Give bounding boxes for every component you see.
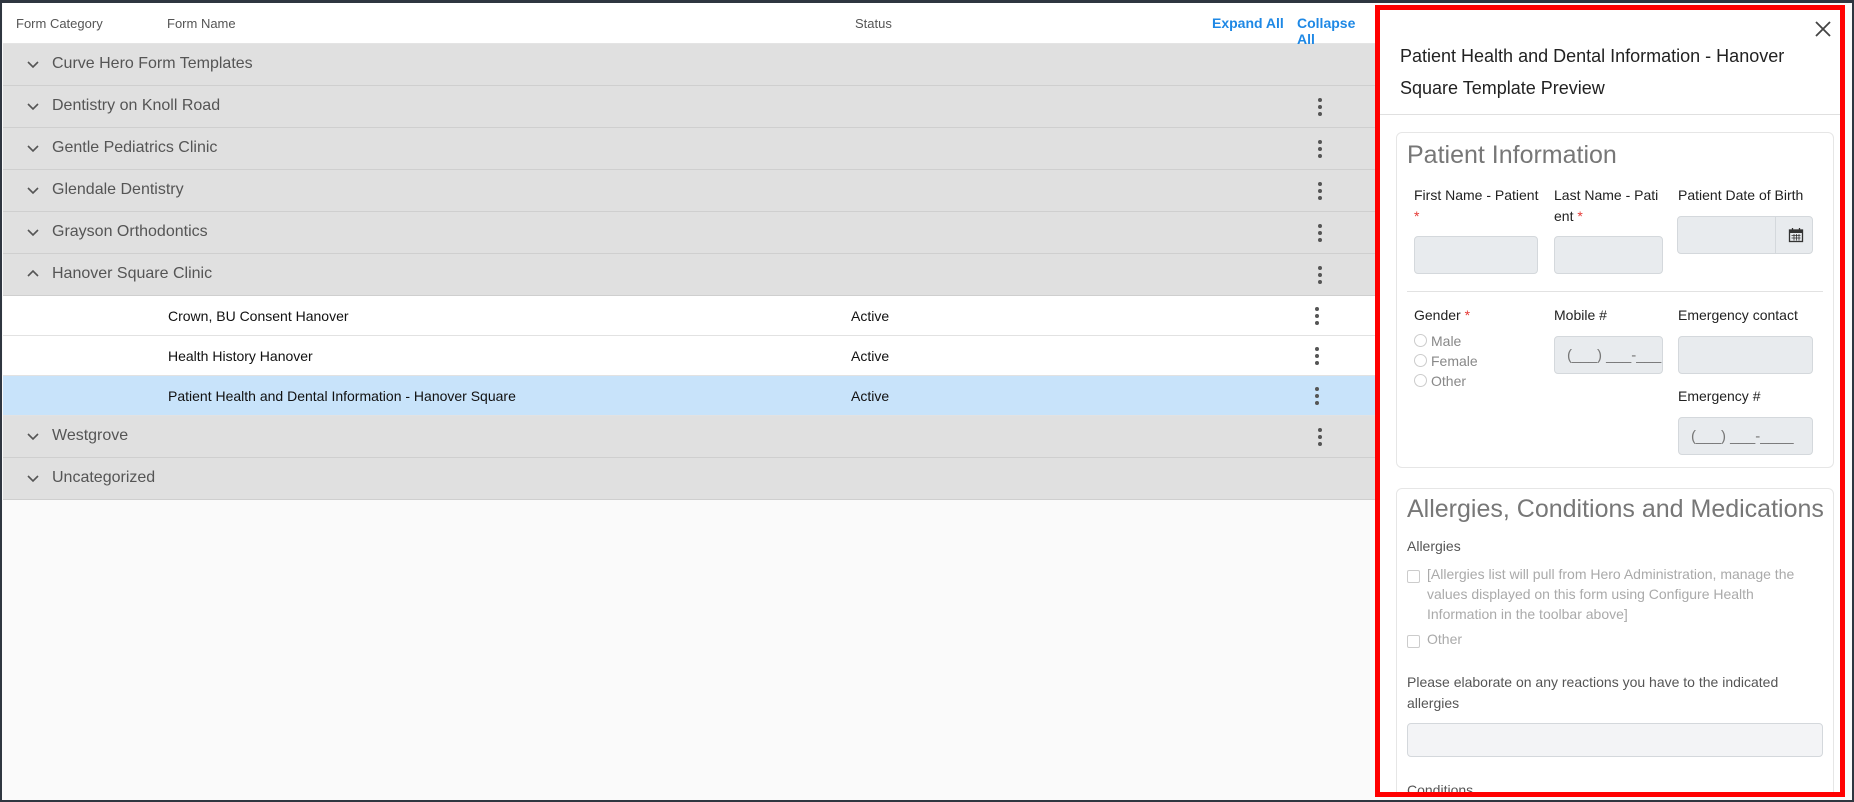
dob-input[interactable] [1677,216,1813,254]
title-divider [1380,114,1840,115]
form-status: Active [851,388,890,404]
chevron-down-icon[interactable] [25,224,41,240]
form-list: Form Category Form Name Status Expand Al… [3,3,1375,800]
category-label: Westgrove [52,427,129,444]
close-icon[interactable] [1814,20,1832,38]
form-status: Active [851,308,890,324]
form-row[interactable]: Health History Hanover Active [3,336,1375,376]
emergency-number-label: Emergency # [1678,388,1761,404]
category-label: Gentle Pediatrics Clinic [52,139,218,156]
column-header-category[interactable]: Form Category [16,16,103,31]
patient-information-section: Patient Information First Name - Patient… [1396,132,1834,468]
more-options-icon[interactable] [1314,307,1320,325]
category-row[interactable]: Uncategorized [3,458,1375,500]
chevron-down-icon[interactable] [25,470,41,486]
chevron-down-icon[interactable] [25,140,41,156]
more-options-icon[interactable] [1314,387,1320,405]
chevron-down-icon[interactable] [25,98,41,114]
category-row[interactable]: Glendale Dentistry [3,170,1375,212]
other-checkbox[interactable] [1407,635,1420,648]
section-heading-patient-information: Patient Information [1407,141,1617,169]
category-row[interactable]: Gentle Pediatrics Clinic [3,128,1375,170]
column-header-status[interactable]: Status [855,16,892,31]
form-name: Health History Hanover [168,348,313,364]
radio-button[interactable] [1414,354,1427,367]
category-label: Hanover Square Clinic [52,265,213,282]
allergies-label: Allergies [1407,538,1461,554]
category-label: Dentistry on Knoll Road [52,97,221,114]
more-options-icon[interactable] [1317,98,1323,116]
chevron-up-icon[interactable] [25,266,41,282]
last-name-label: Last Name - Pati ent * [1554,187,1659,224]
last-name-input[interactable] [1554,236,1663,274]
allergies-conditions-medications-section: Allergies, Conditions and Medications Al… [1396,488,1834,797]
expand-all-link[interactable]: Expand All [1212,15,1284,31]
first-name-label: First Name - Patient * [1414,187,1539,224]
category-row[interactable]: Westgrove [3,416,1375,458]
form-name: Patient Health and Dental Information - … [168,388,516,404]
emergency-number-input[interactable]: (___) ___-____ [1678,417,1813,455]
collapse-all-link[interactable]: Collapse All [1297,15,1375,47]
radio-button[interactable] [1414,374,1427,387]
preview-title: Patient Health and Dental Information - … [1400,46,1785,98]
chevron-down-icon[interactable] [25,182,41,198]
emergency-contact-label: Emergency contact [1678,307,1798,323]
allergy-checkbox[interactable] [1407,570,1420,583]
row-divider [1407,291,1823,292]
column-header-name[interactable]: Form Name [167,16,236,31]
category-label: Glendale Dentistry [52,181,184,198]
gender-label: Gender * [1414,307,1471,323]
more-options-icon[interactable] [1317,140,1323,158]
elaborate-label: Please elaborate on any reactions you ha… [1407,674,1779,711]
category-row[interactable]: Dentistry on Knoll Road [3,86,1375,128]
gender-option-female[interactable]: Female [1414,353,1478,369]
category-label: Uncategorized [52,469,156,486]
calendar-icon[interactable] [1788,227,1804,243]
mobile-input[interactable]: (___) ___-___ [1554,336,1663,374]
emergency-contact-input[interactable] [1678,336,1813,374]
more-options-icon[interactable] [1317,224,1323,242]
chevron-down-icon[interactable] [25,428,41,444]
required-asterisk: * [1464,307,1471,323]
form-status: Active [851,348,890,364]
more-options-icon[interactable] [1317,182,1323,200]
required-asterisk: * [1577,208,1583,224]
allergies-note: [Allergies list will pull from Hero Admi… [1427,566,1795,622]
mobile-label: Mobile # [1554,307,1607,323]
conditions-label: Conditions [1407,782,1474,797]
category-row[interactable]: Curve Hero Form Templates [3,44,1375,86]
list-header: Form Category Form Name Status Expand Al… [3,3,1375,47]
gender-option-other[interactable]: Other [1414,373,1466,389]
elaborate-input[interactable] [1407,723,1823,757]
category-row[interactable]: Hanover Square Clinic [3,254,1375,296]
form-name: Crown, BU Consent Hanover [168,308,349,324]
category-label: Grayson Orthodontics [52,223,208,240]
more-options-icon[interactable] [1314,347,1320,365]
other-option-label: Other [1427,631,1463,647]
section-heading-allergies: Allergies, Conditions and Medications [1407,495,1824,523]
category-rows: Curve Hero Form Templates Dentistry on Kn… [3,44,1375,500]
more-options-icon[interactable] [1317,428,1323,446]
gender-option-male[interactable]: Male [1414,333,1461,349]
radio-button[interactable] [1414,334,1427,347]
form-row[interactable]: Crown, BU Consent Hanover Active [3,296,1375,336]
dob-label: Patient Date of Birth [1678,187,1804,203]
first-name-input[interactable] [1414,236,1538,274]
more-options-icon[interactable] [1317,266,1323,284]
chevron-down-icon[interactable] [25,56,41,72]
template-preview-panel: Patient Health and Dental Information - … [1375,5,1845,797]
category-label: Curve Hero Form Templates [52,55,253,72]
form-row[interactable]: Patient Health and Dental Information - … [3,376,1375,416]
category-row[interactable]: Grayson Orthodontics [3,212,1375,254]
required-asterisk: * [1414,208,1420,224]
